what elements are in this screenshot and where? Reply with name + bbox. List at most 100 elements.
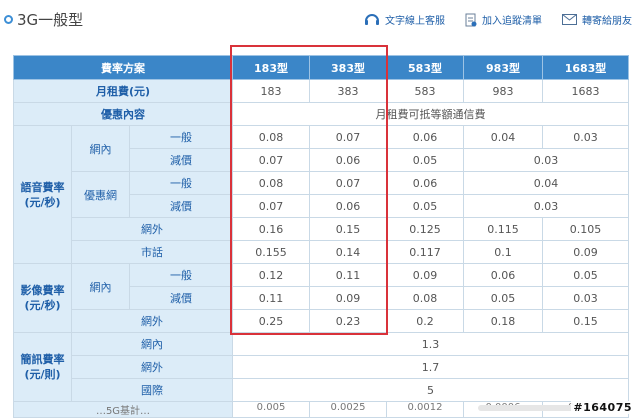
cell: 0.105 (542, 217, 629, 241)
monthly-fee-row: 月租費(元) 183 383 583 983 1683 (13, 79, 629, 103)
merged-cell: 0.04 (463, 171, 629, 195)
sms-intra-row: 簡訊費率 (元/則) 網內 1.3 (13, 332, 629, 402)
sub-label: 網內 (71, 332, 233, 356)
cell: 0.05 (386, 194, 464, 218)
envelope-icon (562, 14, 577, 25)
cell: 0.1 (463, 240, 543, 264)
cell: 583 (386, 79, 464, 103)
sms-rate-label: 簡訊費率 (元/則) (13, 332, 72, 402)
cell: 0.08 (386, 286, 464, 310)
sub-label: 市話 (71, 240, 233, 264)
plan-983-header: 983型 (463, 55, 543, 80)
cell: 0.07 (232, 194, 310, 218)
cell: 0.12 (232, 263, 310, 287)
merged-cell: 5 (232, 378, 629, 402)
sub-sub-label: 一般 (129, 263, 233, 287)
cell: 1683 (542, 79, 629, 103)
document-add-icon (465, 13, 477, 26)
cell: 0.15 (542, 309, 629, 333)
cell: 0.07 (309, 125, 387, 149)
page-title: 3G一般型 (17, 10, 84, 29)
voice-rate-label: 語音費率 (元/秒) (13, 125, 72, 264)
cell: 0.117 (386, 240, 464, 264)
cell: 0.03 (542, 286, 629, 310)
online-chat-button[interactable]: 文字線上客服 (364, 12, 445, 27)
cell: 0.16 (232, 217, 310, 241)
add-to-tracking-button[interactable]: 加入追蹤清單 (465, 12, 542, 27)
cell: 0.05 (542, 263, 629, 287)
voice-external-row: 網外 0.16 0.15 0.125 0.115 0.105 (14, 217, 629, 241)
row-label: 月租費(元) (13, 79, 233, 103)
sub-sub-label: 一般 (129, 125, 233, 149)
cell: 0.23 (309, 309, 387, 333)
sms-international-row: 國際 5 (14, 378, 629, 402)
plan-183-header: 183型 (232, 55, 310, 80)
cell: 0.06 (386, 171, 464, 195)
chat-headset-icon (365, 13, 379, 25)
merged-cell: 月租費可抵等額通信費 (232, 102, 629, 126)
cell: 0.09 (542, 240, 629, 264)
cell: 0.07 (309, 171, 387, 195)
cell: 0.155 (232, 240, 310, 264)
sub-label: 網內 (71, 263, 130, 310)
sub-label: 網外 (71, 217, 233, 241)
share-with-friend-label: 轉寄給朋友 (582, 16, 632, 27)
video-intra-normal-row: 影像費率 (元/秒) 網內 一般 0.12 0.11 0.09 0.06 0.05 (13, 263, 629, 333)
sub-sub-label: 減價 (129, 148, 233, 172)
plan-header: 費率方案 (13, 55, 233, 80)
sub-sub-label: 一般 (129, 171, 233, 195)
cell: 0.05 (463, 286, 543, 310)
sms-external-row: 網外 1.7 (14, 355, 629, 379)
header-row: 費率方案 183型 383型 583型 983型 1683型 (13, 55, 629, 80)
cell: 0.07 (232, 148, 310, 172)
sub-label: 優惠網 (71, 171, 130, 218)
sub-label: 國際 (71, 378, 233, 402)
sub-label: 網內 (71, 125, 130, 172)
promo-row: 優惠內容 月租費可抵等額通信費 (13, 102, 629, 126)
row-label: …5G基計… (13, 401, 233, 418)
watermark: #164075 (571, 401, 634, 414)
cell: 0.11 (309, 263, 387, 287)
toolbar: 文字線上客服 加入追蹤清單 轉寄給朋友 (364, 12, 632, 27)
cell: 0.05 (386, 148, 464, 172)
cell: 0.08 (232, 171, 310, 195)
video-rate-label: 影像費率 (元/秒) (13, 263, 72, 333)
sub-sub-label: 減價 (129, 286, 233, 310)
voice-promo-normal-row: 優惠網 一般 0.08 0.07 0.06 0.04 (14, 171, 629, 218)
merged-cell: 1.3 (232, 332, 629, 356)
circle-bullet-icon (4, 14, 13, 24)
add-to-tracking-label: 加入追蹤清單 (482, 16, 542, 27)
cell: 0.06 (463, 263, 543, 287)
rate-table: 費率方案 183型 383型 583型 983型 1683型 月租費(元) 18… (13, 55, 629, 418)
video-external-row: 網外 0.25 0.23 0.2 0.18 0.15 (14, 309, 629, 333)
plan-583-header: 583型 (386, 55, 464, 80)
rate-table-container: 費率方案 183型 383型 583型 983型 1683型 月租費(元) 18… (13, 55, 629, 418)
page-header: 3G一般型 文字線上客服 加入追蹤清單 轉寄給朋友 (0, 0, 640, 38)
sub-sub-label: 減價 (129, 194, 233, 218)
cell: 0.03 (542, 125, 629, 149)
cell: 0.125 (386, 217, 464, 241)
cell: 0.06 (309, 194, 387, 218)
cell: 0.115 (463, 217, 543, 241)
cell: 0.06 (309, 148, 387, 172)
cell: 0.2 (386, 309, 464, 333)
merged-cell: 0.03 (463, 148, 629, 172)
cell: 0.25 (232, 309, 310, 333)
voice-landline-row: 市話 0.155 0.14 0.117 0.1 0.09 (14, 240, 629, 264)
cell: 0.11 (232, 286, 310, 310)
plan-383-header: 383型 (309, 55, 387, 80)
sub-label: 網外 (71, 309, 233, 333)
plan-1683-header: 1683型 (542, 55, 629, 80)
share-with-friend-button[interactable]: 轉寄給朋友 (562, 12, 632, 27)
merged-cell: 0.03 (463, 194, 629, 218)
cell: 383 (309, 79, 387, 103)
cell: 183 (232, 79, 310, 103)
cell: 0.06 (386, 125, 464, 149)
row-label: 優惠內容 (13, 102, 233, 126)
sub-label: 網外 (71, 355, 233, 379)
voice-intra-normal-row: 語音費率 (元/秒) 網內 一般 0.08 0.07 0.06 0.04 0.03 (13, 125, 629, 264)
cell: 983 (463, 79, 543, 103)
cell: 0.09 (309, 286, 387, 310)
cell: 0.18 (463, 309, 543, 333)
cell: 0.0012 (386, 401, 464, 418)
